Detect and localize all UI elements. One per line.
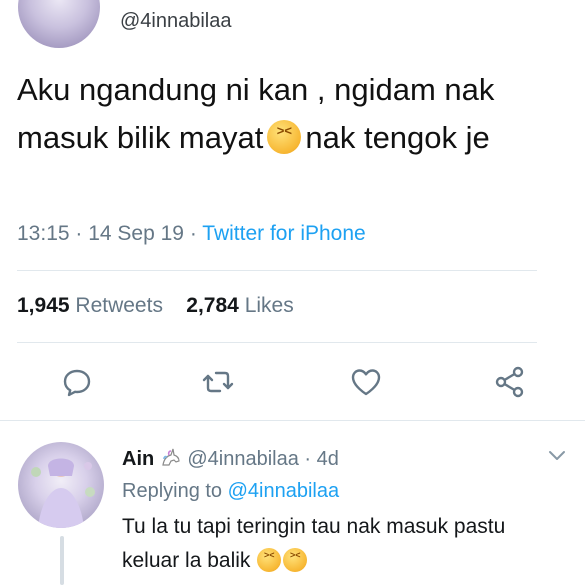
tweet-text-part2: nak tengok je [305, 120, 490, 155]
tweet-date[interactable]: 14 Sep 19 [88, 222, 184, 245]
persevering-face-emoji-icon: >< [257, 548, 282, 572]
replying-to-handle[interactable]: @4innabilaa [228, 480, 340, 502]
chevron-down-icon[interactable] [548, 450, 566, 462]
persevering-face-emoji-icon: >< [267, 120, 302, 154]
reply-text-body: Tu la tu tapi teringin tau nak masuk pas… [122, 515, 506, 572]
share-icon[interactable] [490, 362, 530, 402]
reply-avatar[interactable] [18, 442, 104, 528]
divider [17, 270, 537, 271]
divider [0, 420, 585, 421]
persevering-face-emoji-icon: >< [283, 548, 308, 572]
reply-icon[interactable] [57, 362, 97, 402]
divider [17, 342, 537, 343]
like-icon[interactable] [346, 362, 386, 402]
replying-label: Replying to [122, 480, 223, 502]
retweets-stat[interactable]: 1,945 Retweets [17, 294, 163, 317]
author-handle[interactable]: @4innabilaa [120, 10, 232, 33]
tweet-time: 13:15 [17, 222, 70, 245]
replying-to: Replying to @4innabilaa [122, 480, 339, 503]
tweet-text: Aku ngandung ni kan , ngidam nak masuk b… [17, 66, 572, 162]
reply-handle[interactable]: @4innabilaa [187, 448, 299, 470]
tweet-stats: 1,945 Retweets 2,784 Likes [17, 294, 294, 318]
reply-age[interactable]: 4d [317, 448, 339, 470]
reply-header: Ain @4innabilaa · 4d [122, 448, 339, 470]
tweet-meta: 13:15 · 14 Sep 19 · Twitter for iPhone [17, 222, 366, 245]
unicorn-icon [162, 448, 180, 466]
reply-text: Tu la tu tapi teringin tau nak masuk pas… [122, 510, 542, 578]
reply-name[interactable]: Ain [122, 448, 154, 470]
likes-stat[interactable]: 2,784 Likes [186, 294, 293, 317]
tweet-source-link[interactable]: Twitter for iPhone [202, 222, 365, 245]
thread-line [60, 536, 64, 585]
retweet-icon[interactable] [198, 362, 238, 402]
author-avatar[interactable] [18, 0, 100, 48]
